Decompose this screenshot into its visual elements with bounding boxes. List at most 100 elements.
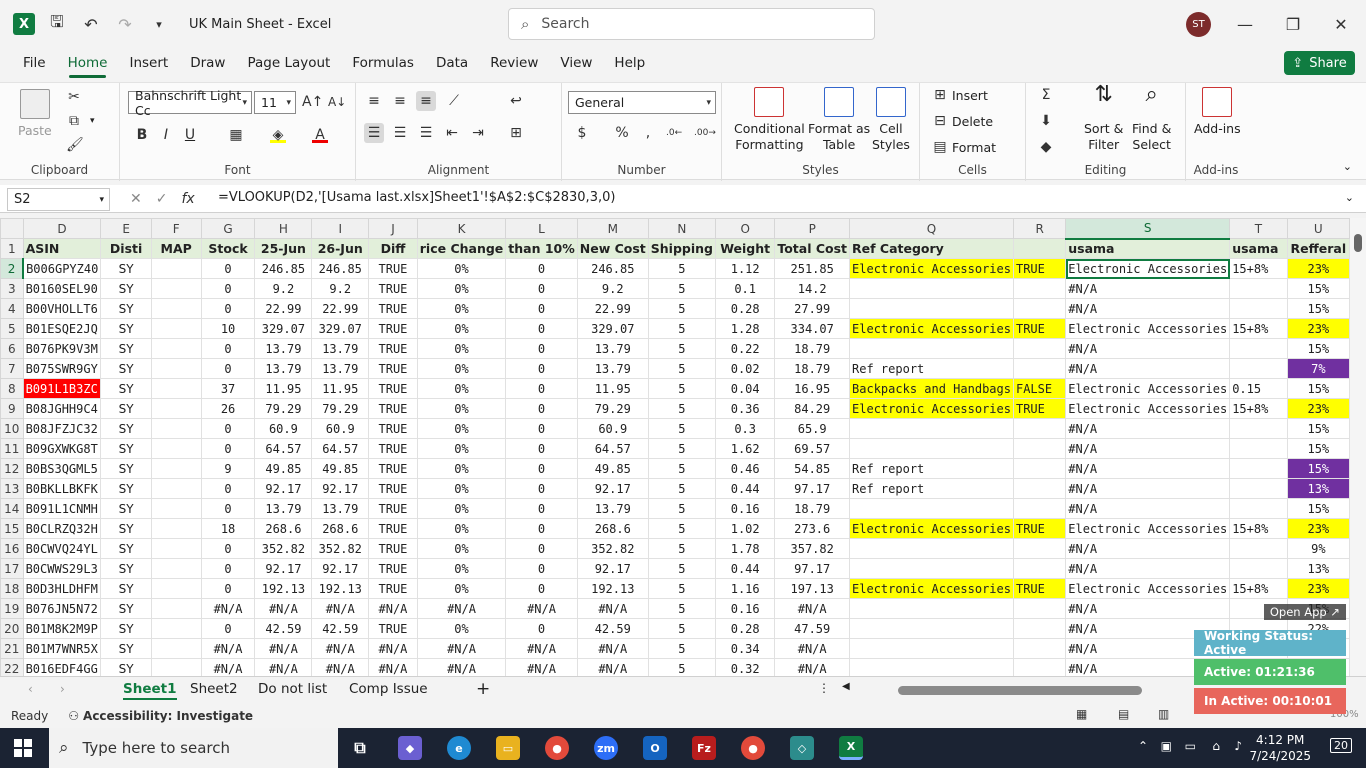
cell-f5[interactable] bbox=[150, 318, 202, 339]
cell-s18[interactable]: Electronic Accessories bbox=[1065, 578, 1231, 599]
cell-q11[interactable] bbox=[849, 438, 1014, 459]
cell-s12[interactable]: #N/A bbox=[1065, 458, 1231, 479]
cell-t15[interactable]: 15+8% bbox=[1229, 518, 1288, 539]
cell-p11[interactable]: 69.57 bbox=[774, 438, 851, 459]
cell-p15[interactable]: 273.6 bbox=[774, 518, 851, 539]
row-header[interactable]: 17 bbox=[0, 558, 24, 579]
currency-button[interactable]: $ bbox=[574, 125, 590, 141]
cell-e19[interactable]: SY bbox=[100, 598, 152, 619]
cell-s16[interactable]: #N/A bbox=[1065, 538, 1231, 559]
cell-i8[interactable]: 11.95 bbox=[311, 378, 370, 399]
cell-p14[interactable]: 18.79 bbox=[774, 498, 851, 519]
increase-indent-button[interactable]: ⇥ bbox=[470, 125, 486, 141]
cell-i14[interactable]: 13.79 bbox=[311, 498, 370, 519]
cell-g8[interactable]: 37 bbox=[200, 378, 256, 399]
cell-k7[interactable]: 0% bbox=[416, 358, 507, 379]
edge-icon[interactable]: e bbox=[447, 736, 471, 760]
cell-t6[interactable] bbox=[1229, 338, 1288, 359]
cell-k19[interactable]: #N/A bbox=[416, 598, 507, 619]
cell-h17[interactable]: 92.17 bbox=[254, 558, 313, 579]
cell-m8[interactable]: 11.95 bbox=[576, 378, 649, 399]
notifications-badge[interactable]: 20 bbox=[1330, 738, 1352, 753]
cell-e14[interactable]: SY bbox=[100, 498, 152, 519]
cell-o16[interactable]: 1.78 bbox=[714, 538, 776, 559]
cell-m4[interactable]: 22.99 bbox=[576, 298, 649, 319]
cell-d9[interactable]: B08JGHH9C4 bbox=[22, 398, 102, 419]
top-align-button[interactable]: ≡ bbox=[366, 93, 382, 109]
row-header[interactable]: 3 bbox=[0, 278, 24, 299]
cell-s2[interactable]: Electronic Accessories bbox=[1065, 258, 1231, 279]
row-header[interactable]: 11 bbox=[0, 438, 24, 459]
autosum-button[interactable]: Σ bbox=[1038, 87, 1054, 103]
cell-n12[interactable]: 5 bbox=[647, 458, 717, 479]
cell-j20[interactable]: TRUE bbox=[368, 618, 418, 639]
row-header[interactable]: 1 bbox=[0, 238, 24, 259]
column-header-i[interactable]: I bbox=[311, 218, 370, 239]
cell-p16[interactable]: 357.82 bbox=[774, 538, 851, 559]
chrome-icon[interactable]: ● bbox=[545, 736, 569, 760]
header-cell-h[interactable]: 25-Jun bbox=[254, 238, 313, 259]
cell-q9[interactable]: Electronic Accessories bbox=[849, 398, 1014, 419]
cell-t14[interactable] bbox=[1229, 498, 1288, 519]
column-header-n[interactable]: N bbox=[647, 218, 717, 239]
cell-g4[interactable]: 0 bbox=[200, 298, 256, 319]
cell-t18[interactable]: 15+8% bbox=[1229, 578, 1288, 599]
cell-n8[interactable]: 5 bbox=[647, 378, 717, 399]
cell-d3[interactable]: B0160SEL90 bbox=[22, 278, 102, 299]
cell-o4[interactable]: 0.28 bbox=[714, 298, 776, 319]
search-box[interactable]: ⌕ Search bbox=[508, 8, 875, 40]
orientation-button[interactable]: ⟋ bbox=[446, 93, 462, 109]
cell-o10[interactable]: 0.3 bbox=[714, 418, 776, 439]
close-icon[interactable]: ✕ bbox=[1326, 12, 1356, 36]
copy-button[interactable]: ⧉ ▾ bbox=[66, 113, 95, 129]
cell-r8[interactable]: FALSE bbox=[1012, 378, 1067, 399]
cell-g10[interactable]: 0 bbox=[200, 418, 256, 439]
column-header-g[interactable]: G bbox=[200, 218, 256, 239]
cell-g20[interactable]: 0 bbox=[200, 618, 256, 639]
decrease-font-button[interactable]: A↓ bbox=[328, 94, 346, 110]
cell-d6[interactable]: B076PK9V3M bbox=[22, 338, 102, 359]
column-header-e[interactable]: E bbox=[100, 218, 152, 239]
cell-q12[interactable]: Ref report bbox=[849, 458, 1014, 479]
header-cell-d[interactable]: ASIN bbox=[22, 238, 102, 259]
cell-k21[interactable]: #N/A bbox=[416, 638, 507, 659]
cell-m11[interactable]: 64.57 bbox=[576, 438, 649, 459]
avatar[interactable]: ST bbox=[1186, 12, 1211, 37]
cell-g16[interactable]: 0 bbox=[200, 538, 256, 559]
cell-i9[interactable]: 79.29 bbox=[311, 398, 370, 419]
cell-e17[interactable]: SY bbox=[100, 558, 152, 579]
tab-review[interactable]: Review bbox=[479, 48, 549, 78]
cell-e9[interactable]: SY bbox=[100, 398, 152, 419]
format-as-table-button[interactable]: Format as Table bbox=[808, 87, 870, 153]
cell-t7[interactable] bbox=[1229, 358, 1288, 379]
column-header-m[interactable]: M bbox=[576, 218, 649, 239]
add-sheet-icon[interactable]: + bbox=[476, 679, 490, 699]
cell-u9[interactable]: 23% bbox=[1286, 398, 1350, 419]
cell-h16[interactable]: 352.82 bbox=[254, 538, 313, 559]
cell-g15[interactable]: 18 bbox=[200, 518, 256, 539]
taskbar-clock[interactable]: 4:12 PM 7/24/2025 bbox=[1249, 732, 1311, 764]
cell-h15[interactable]: 268.6 bbox=[254, 518, 313, 539]
cell-f19[interactable] bbox=[150, 598, 202, 619]
copilot-icon[interactable]: ◆ bbox=[398, 736, 422, 760]
cell-l10[interactable]: 0 bbox=[505, 418, 578, 439]
cell-f11[interactable] bbox=[150, 438, 202, 459]
cell-u3[interactable]: 15% bbox=[1286, 278, 1350, 299]
cell-p5[interactable]: 334.07 bbox=[774, 318, 851, 339]
cell-k3[interactable]: 0% bbox=[416, 278, 507, 299]
row-header[interactable]: 5 bbox=[0, 318, 24, 339]
cell-e3[interactable]: SY bbox=[100, 278, 152, 299]
cell-r17[interactable] bbox=[1012, 558, 1067, 579]
header-cell-k[interactable]: rice Change bbox=[416, 238, 507, 259]
cell-m16[interactable]: 352.82 bbox=[576, 538, 649, 559]
cell-g14[interactable]: 0 bbox=[200, 498, 256, 519]
tab-draw[interactable]: Draw bbox=[179, 48, 236, 78]
cell-p9[interactable]: 84.29 bbox=[774, 398, 851, 419]
row-header[interactable]: 9 bbox=[0, 398, 24, 419]
cell-q20[interactable] bbox=[849, 618, 1014, 639]
cell-q15[interactable]: Electronic Accessories bbox=[849, 518, 1014, 539]
cell-e10[interactable]: SY bbox=[100, 418, 152, 439]
insert-cells-button[interactable]: ⊞ Insert bbox=[932, 87, 988, 103]
chrome-profile-icon[interactable]: ● bbox=[741, 736, 765, 760]
windows-start-icon[interactable] bbox=[14, 739, 32, 757]
